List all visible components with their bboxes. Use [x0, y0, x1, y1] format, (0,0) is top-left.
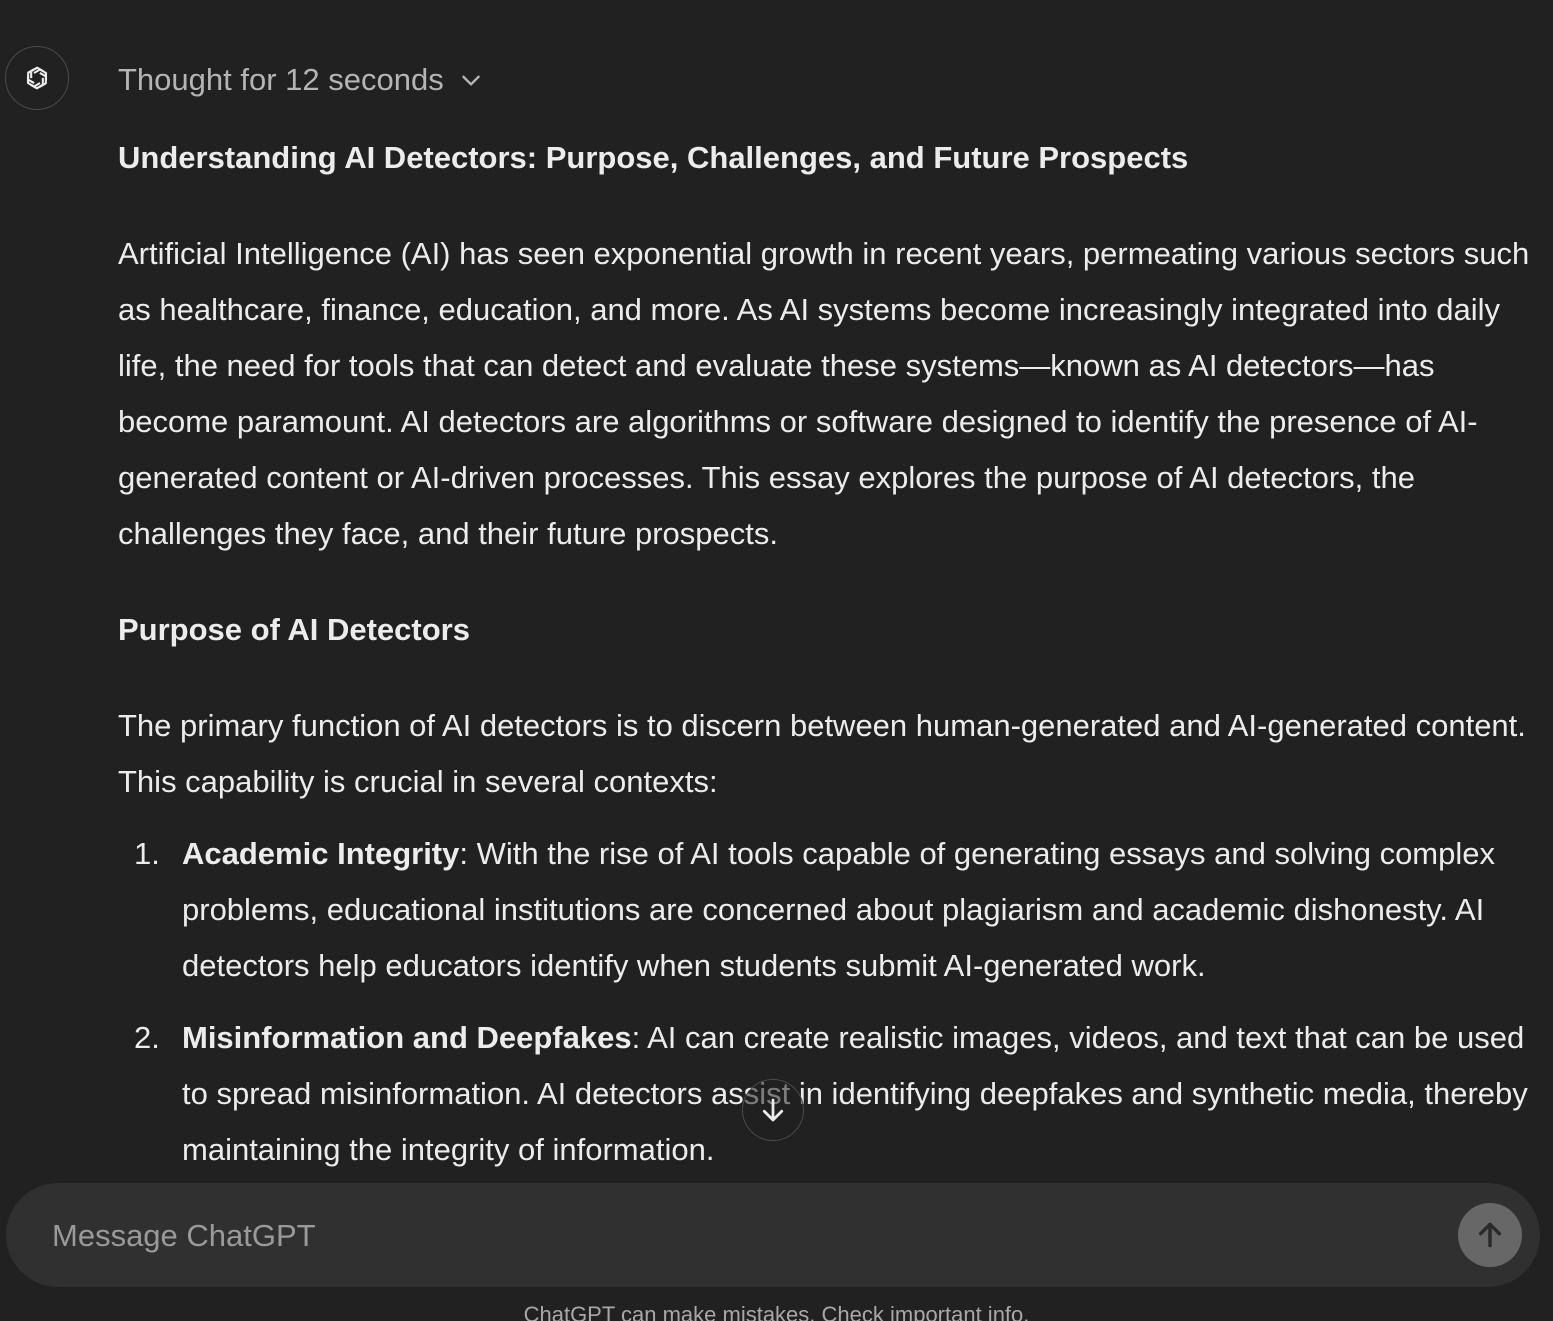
openai-logo-icon — [26, 66, 48, 90]
list-item-number: 1. — [134, 836, 160, 871]
section-intro-paragraph: The primary function of AI detectors is … — [118, 708, 1526, 799]
thought-toggle[interactable]: Thought for 12 seconds — [118, 58, 484, 102]
message-composer — [6, 1183, 1540, 1287]
list-item-term: Misinformation and Deepfakes — [182, 1020, 632, 1055]
scroll-to-bottom-button[interactable] — [742, 1079, 804, 1141]
purpose-list: 1. Academic Integrity: With the rise of … — [118, 826, 1538, 1178]
chat-window: Thought for 12 seconds Understanding AI … — [0, 0, 1553, 1321]
thought-label: Thought for 12 seconds — [118, 62, 444, 97]
list-item-number: 2. — [134, 1020, 160, 1055]
section-heading: Purpose of AI Detectors — [118, 612, 470, 647]
assistant-message: Understanding AI Detectors: Purpose, Cha… — [118, 130, 1538, 1178]
assistant-avatar — [5, 46, 69, 110]
send-button[interactable] — [1458, 1203, 1522, 1267]
arrow-down-icon — [762, 1098, 784, 1122]
disclaimer-text: ChatGPT can make mistakes. Check importa… — [523, 1302, 1030, 1321]
list-item: 2. Misinformation and Deepfakes: AI can … — [118, 1010, 1538, 1178]
message-input[interactable] — [50, 1209, 1434, 1263]
arrow-up-icon — [1478, 1222, 1502, 1248]
list-item: 1. Academic Integrity: With the rise of … — [118, 826, 1538, 994]
chevron-down-icon — [461, 75, 480, 86]
message-title: Understanding AI Detectors: Purpose, Cha… — [118, 140, 1189, 175]
intro-paragraph: Artificial Intelligence (AI) has seen ex… — [118, 236, 1530, 551]
list-item-term: Academic Integrity — [182, 836, 460, 871]
